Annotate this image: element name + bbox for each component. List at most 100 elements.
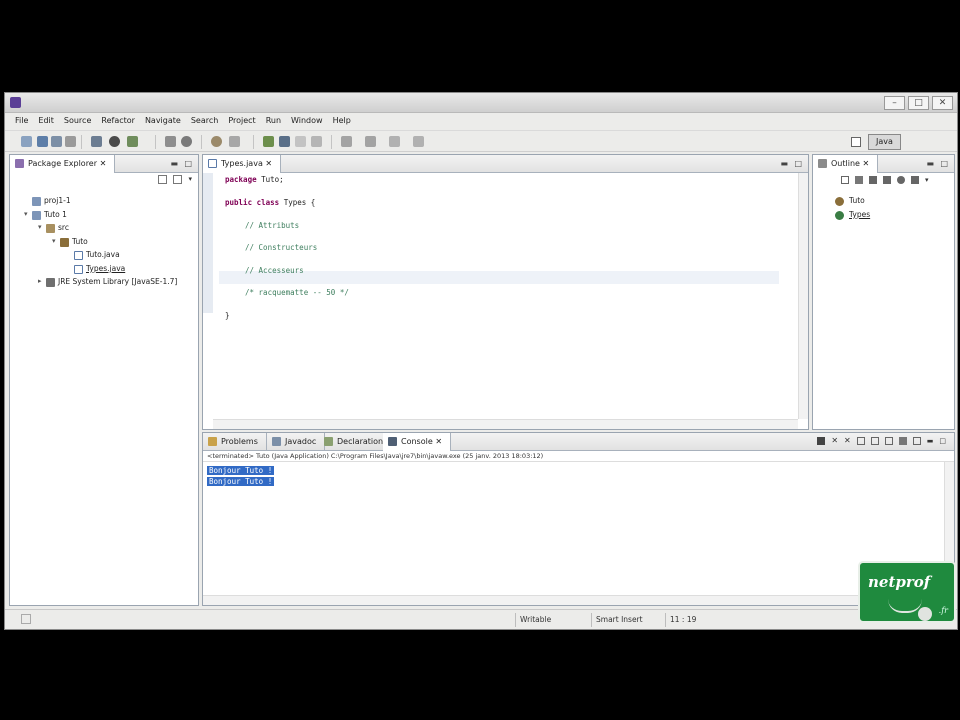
close-icon[interactable]: ✕ bbox=[863, 159, 870, 168]
fast-view-icon[interactable] bbox=[21, 614, 31, 624]
javadoc-icon bbox=[272, 437, 281, 446]
menu-navigate[interactable]: Navigate bbox=[141, 114, 187, 128]
previous-annotation-icon[interactable] bbox=[365, 136, 376, 147]
tab-package-explorer[interactable]: Package Explorer ✕ bbox=[10, 155, 116, 173]
package-icon bbox=[835, 197, 844, 206]
new-icon[interactable] bbox=[21, 136, 32, 147]
minimize-button[interactable]: – bbox=[884, 96, 905, 110]
run-icon[interactable] bbox=[109, 136, 120, 147]
menu-project[interactable]: Project bbox=[224, 114, 261, 128]
menu-file[interactable]: File bbox=[11, 114, 34, 128]
tree-item[interactable]: ▾ Tuto bbox=[10, 236, 198, 250]
tab-problems[interactable]: Problems bbox=[203, 433, 267, 451]
external-tools-icon[interactable] bbox=[127, 136, 138, 147]
title-bar: – □ ✕ bbox=[5, 93, 957, 113]
next-annotation-icon[interactable] bbox=[341, 136, 352, 147]
new-class-icon[interactable] bbox=[165, 136, 176, 147]
minimize-view-icon[interactable]: ▬ bbox=[927, 437, 934, 445]
menu-refactor[interactable]: Refactor bbox=[97, 114, 141, 128]
hide-static-icon[interactable] bbox=[883, 176, 891, 184]
eclipse-window: – □ ✕ File Edit Source Refactor Navigate… bbox=[4, 92, 958, 630]
java-file-icon bbox=[208, 159, 217, 168]
java-perspective-button[interactable]: Java bbox=[868, 134, 901, 150]
toggle-breadcrumb-icon[interactable] bbox=[279, 136, 290, 147]
tab-outline[interactable]: Outline ✕ bbox=[813, 155, 879, 173]
minimize-view-icon[interactable]: ▬ bbox=[170, 159, 178, 168]
clear-console-icon[interactable] bbox=[856, 437, 865, 445]
view-menu-icon[interactable]: ▾ bbox=[925, 176, 929, 184]
expand-icon[interactable]: ▾ bbox=[24, 210, 28, 218]
scroll-lock-icon[interactable] bbox=[870, 437, 879, 445]
maximize-view-icon[interactable]: □ bbox=[184, 159, 192, 168]
outline-item[interactable]: Types bbox=[813, 209, 954, 223]
maximize-view-icon[interactable]: □ bbox=[940, 159, 948, 168]
tab-console[interactable]: Console ✕ bbox=[383, 433, 452, 451]
new-package-icon[interactable] bbox=[181, 136, 192, 147]
collapse-all-icon[interactable] bbox=[158, 175, 168, 184]
close-button[interactable]: ✕ bbox=[932, 96, 953, 110]
link-with-editor-icon[interactable] bbox=[173, 175, 183, 184]
collapse-all-icon[interactable] bbox=[841, 176, 849, 184]
debug-icon[interactable] bbox=[91, 136, 102, 147]
save-all-icon[interactable] bbox=[51, 136, 62, 147]
menu-search[interactable]: Search bbox=[187, 114, 224, 128]
window-controls: – □ ✕ bbox=[884, 96, 953, 110]
sort-icon[interactable] bbox=[855, 176, 863, 184]
view-menu-icon[interactable]: ▾ bbox=[188, 175, 192, 184]
tree-item[interactable]: Types.java bbox=[10, 263, 198, 277]
open-console-icon[interactable] bbox=[912, 437, 921, 445]
hide-local-types-icon[interactable] bbox=[911, 176, 919, 184]
remove-all-icon[interactable]: ✕ bbox=[844, 437, 851, 445]
tab-javadoc[interactable]: Javadoc bbox=[267, 433, 326, 451]
hide-nonpublic-icon[interactable] bbox=[897, 176, 905, 184]
menu-run[interactable]: Run bbox=[262, 114, 287, 128]
editor-panel: Types.java ✕ ▬ □ package Tuto; public cl… bbox=[202, 154, 809, 430]
tree-item[interactable]: ▾ src bbox=[10, 222, 198, 236]
close-icon[interactable]: ✕ bbox=[435, 437, 442, 446]
print-icon[interactable] bbox=[65, 136, 76, 147]
source-folder-icon bbox=[46, 224, 55, 233]
menu-edit[interactable]: Edit bbox=[34, 114, 60, 128]
forward-icon[interactable] bbox=[413, 136, 424, 147]
pin-console-icon[interactable] bbox=[884, 437, 893, 445]
close-icon[interactable]: ✕ bbox=[265, 159, 272, 168]
editor-horizontal-scrollbar[interactable] bbox=[213, 419, 798, 429]
menu-window[interactable]: Window bbox=[287, 114, 329, 128]
menu-help[interactable]: Help bbox=[329, 114, 357, 128]
terminate-icon[interactable] bbox=[817, 437, 826, 445]
search-icon[interactable] bbox=[229, 136, 240, 147]
close-icon[interactable]: ✕ bbox=[100, 159, 107, 168]
minimize-view-icon[interactable]: ▬ bbox=[780, 159, 788, 168]
tree-item[interactable]: Tuto.java bbox=[10, 249, 198, 263]
maximize-view-icon[interactable]: □ bbox=[794, 159, 802, 168]
display-console-icon[interactable] bbox=[898, 437, 907, 445]
tree-item[interactable]: ▾ Tuto 1 bbox=[10, 209, 198, 223]
tab-declaration[interactable]: Declaration bbox=[319, 433, 393, 451]
maximize-view-icon[interactable]: □ bbox=[939, 437, 946, 445]
tree-item[interactable]: ▸ JRE System Library [JavaSE-1.7] bbox=[10, 276, 198, 290]
declaration-icon bbox=[324, 437, 333, 446]
tree-item[interactable]: proj1-1 bbox=[10, 195, 198, 209]
maximize-button[interactable]: □ bbox=[908, 96, 929, 110]
show-whitespace-icon[interactable] bbox=[311, 136, 322, 147]
project-icon bbox=[32, 210, 41, 220]
java-file-icon bbox=[74, 264, 83, 274]
remove-launch-icon[interactable]: ✕ bbox=[831, 437, 838, 445]
hide-fields-icon[interactable] bbox=[869, 176, 877, 184]
open-perspective-icon[interactable] bbox=[851, 137, 861, 147]
open-type-icon[interactable] bbox=[211, 136, 222, 147]
console-horizontal-scrollbar[interactable] bbox=[203, 595, 944, 605]
eclipse-app-icon bbox=[10, 97, 21, 108]
expand-icon[interactable]: ▾ bbox=[38, 223, 42, 231]
menu-source[interactable]: Source bbox=[60, 114, 97, 128]
expand-icon[interactable]: ▸ bbox=[38, 277, 42, 285]
block-selection-icon[interactable] bbox=[295, 136, 306, 147]
tab-types-java[interactable]: Types.java ✕ bbox=[203, 155, 282, 173]
save-icon[interactable] bbox=[37, 136, 48, 147]
editor-vertical-scrollbar[interactable] bbox=[798, 173, 808, 419]
expand-icon[interactable]: ▾ bbox=[52, 237, 56, 245]
mark-occurrences-icon[interactable] bbox=[263, 136, 274, 147]
back-icon[interactable] bbox=[389, 136, 400, 147]
outline-item[interactable]: Tuto bbox=[813, 195, 954, 209]
minimize-view-icon[interactable]: ▬ bbox=[926, 159, 934, 168]
